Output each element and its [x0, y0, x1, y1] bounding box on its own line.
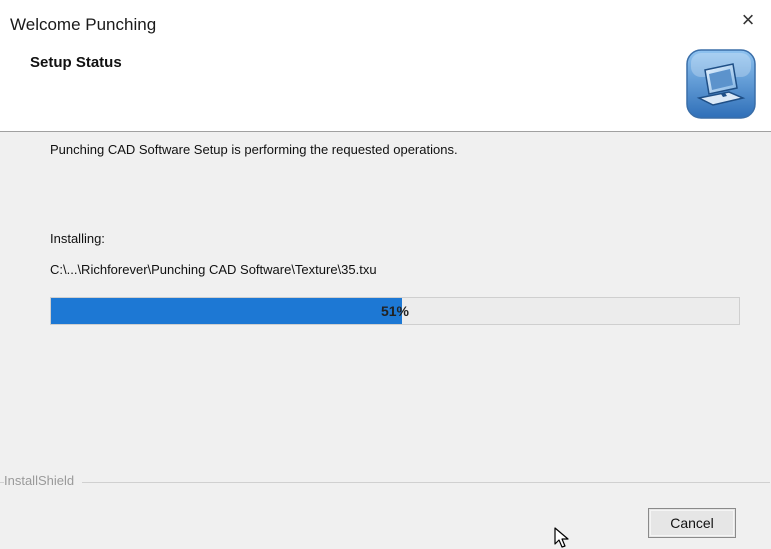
installing-label: Installing: [50, 231, 105, 246]
page-title: Setup Status [30, 54, 122, 71]
installshield-brand: InstallShield [4, 473, 83, 488]
header-panel: Setup Status [0, 40, 771, 132]
mouse-pointer-icon [554, 527, 569, 548]
status-message: Punching CAD Software Setup is performin… [50, 142, 458, 157]
progress-percent: 51% [380, 303, 410, 319]
close-icon: × [741, 7, 755, 32]
computer-setup-icon [686, 49, 756, 119]
progress-bar: 51% [50, 297, 740, 325]
close-button[interactable]: × [725, 0, 771, 40]
cancel-button[interactable]: Cancel [648, 508, 736, 538]
window-title: Welcome Punching [10, 15, 157, 34]
title-bar: Welcome Punching × [0, 0, 771, 40]
installer-window: Welcome Punching × Setup Status Punching… [0, 0, 771, 549]
divider [0, 482, 770, 483]
current-file-path: C:\...\Richforever\Punching CAD Software… [50, 262, 377, 277]
